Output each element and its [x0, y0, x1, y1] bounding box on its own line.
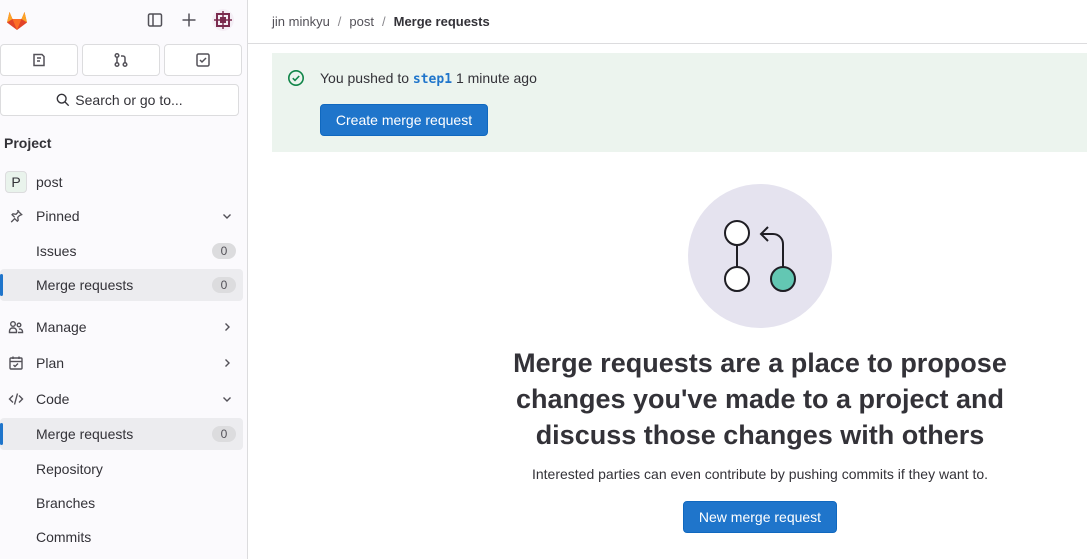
- project-avatar: P: [5, 171, 27, 193]
- sidebar-item-code-merge-requests[interactable]: Merge requests 0: [0, 418, 243, 450]
- chevron-right-icon: [221, 321, 233, 333]
- chevron-right-icon: [221, 357, 233, 369]
- check-circle-icon: [288, 70, 304, 86]
- todo-icon: [196, 53, 210, 67]
- chevron-down-icon: [221, 393, 233, 405]
- empty-state-description: Interested parties can even contribute b…: [531, 466, 989, 482]
- breadcrumb: jin minkyu / post / Merge requests: [248, 0, 1087, 44]
- sidebar-item-label: Code: [36, 391, 70, 407]
- search-button[interactable]: Search or go to...: [0, 84, 239, 116]
- breadcrumb-user-link[interactable]: jin minkyu: [272, 14, 330, 29]
- merge-request-icon: [114, 52, 128, 68]
- branch-link[interactable]: step1: [413, 72, 452, 87]
- push-alert: You pushed to step1 1 minute ago Create …: [272, 53, 1087, 152]
- sidebar-item-manage[interactable]: Manage: [0, 311, 243, 343]
- user-avatar[interactable]: [212, 9, 234, 31]
- breadcrumb-separator: /: [337, 14, 342, 29]
- sidebar-item-issues[interactable]: Issues 0: [0, 235, 243, 267]
- breadcrumb-project-link[interactable]: post: [349, 14, 374, 29]
- count-badge: 0: [212, 426, 236, 442]
- merge-request-illustration: [688, 184, 832, 328]
- breadcrumb-current[interactable]: Merge requests: [394, 14, 490, 29]
- alert-prefix: You pushed to: [320, 70, 410, 86]
- create-merge-request-button[interactable]: Create merge request: [320, 104, 488, 136]
- pin-icon: [8, 208, 24, 224]
- sidebar-item-label: Manage: [36, 319, 87, 335]
- sidebar-item-pinned[interactable]: Pinned: [0, 200, 243, 232]
- alert-message: You pushed to step1 1 minute ago: [320, 70, 537, 87]
- sidebar-item-label: Issues: [36, 243, 77, 259]
- sidebar-item-commits[interactable]: Commits: [0, 521, 243, 553]
- sidebar-toggle-icon[interactable]: [145, 10, 165, 30]
- sidebar-item-project[interactable]: P post: [0, 166, 243, 198]
- sidebar-item-repository[interactable]: Repository: [0, 453, 243, 485]
- sidebar: Search or go to... Project P post Pinned…: [0, 0, 248, 559]
- new-merge-request-button[interactable]: New merge request: [683, 501, 837, 533]
- sidebar-item-label: Merge requests: [36, 277, 134, 293]
- sidebar-item-plan[interactable]: Plan: [0, 347, 243, 379]
- empty-state-title: Merge requests are a place to propose ch…: [513, 348, 1007, 450]
- sidebar-item-branches[interactable]: Branches: [0, 487, 243, 519]
- issues-button[interactable]: [0, 44, 78, 76]
- chevron-down-icon: [221, 210, 233, 222]
- todos-button[interactable]: [164, 44, 242, 76]
- sidebar-header: [0, 0, 247, 40]
- breadcrumb-separator: /: [382, 14, 386, 29]
- sidebar-item-label: Plan: [36, 355, 65, 371]
- sidebar-item-label: Merge requests: [36, 426, 134, 442]
- count-badge: 0: [212, 277, 236, 293]
- merge-requests-button[interactable]: [82, 44, 160, 76]
- project-name: post: [36, 174, 63, 190]
- sidebar-section-title: Project: [4, 135, 52, 151]
- code-icon: [8, 391, 24, 407]
- alert-suffix: 1 minute ago: [455, 70, 537, 86]
- gitlab-logo-icon[interactable]: [5, 8, 29, 32]
- sidebar-item-label: Commits: [36, 529, 92, 545]
- count-badge: 0: [212, 243, 236, 259]
- users-icon: [8, 319, 24, 335]
- search-label: Search or go to...: [75, 92, 183, 108]
- plus-icon[interactable]: [179, 10, 199, 30]
- sidebar-item-label: Branches: [36, 495, 96, 511]
- search-icon: [56, 93, 70, 107]
- calendar-icon: [8, 355, 24, 371]
- quick-actions: [0, 44, 247, 76]
- sidebar-item-pinned-merge-requests[interactable]: Merge requests 0: [0, 269, 243, 301]
- issues-icon: [33, 53, 45, 67]
- sidebar-item-code[interactable]: Code: [0, 383, 243, 415]
- sidebar-item-label: Repository: [36, 461, 103, 477]
- sidebar-item-label: Pinned: [36, 208, 80, 224]
